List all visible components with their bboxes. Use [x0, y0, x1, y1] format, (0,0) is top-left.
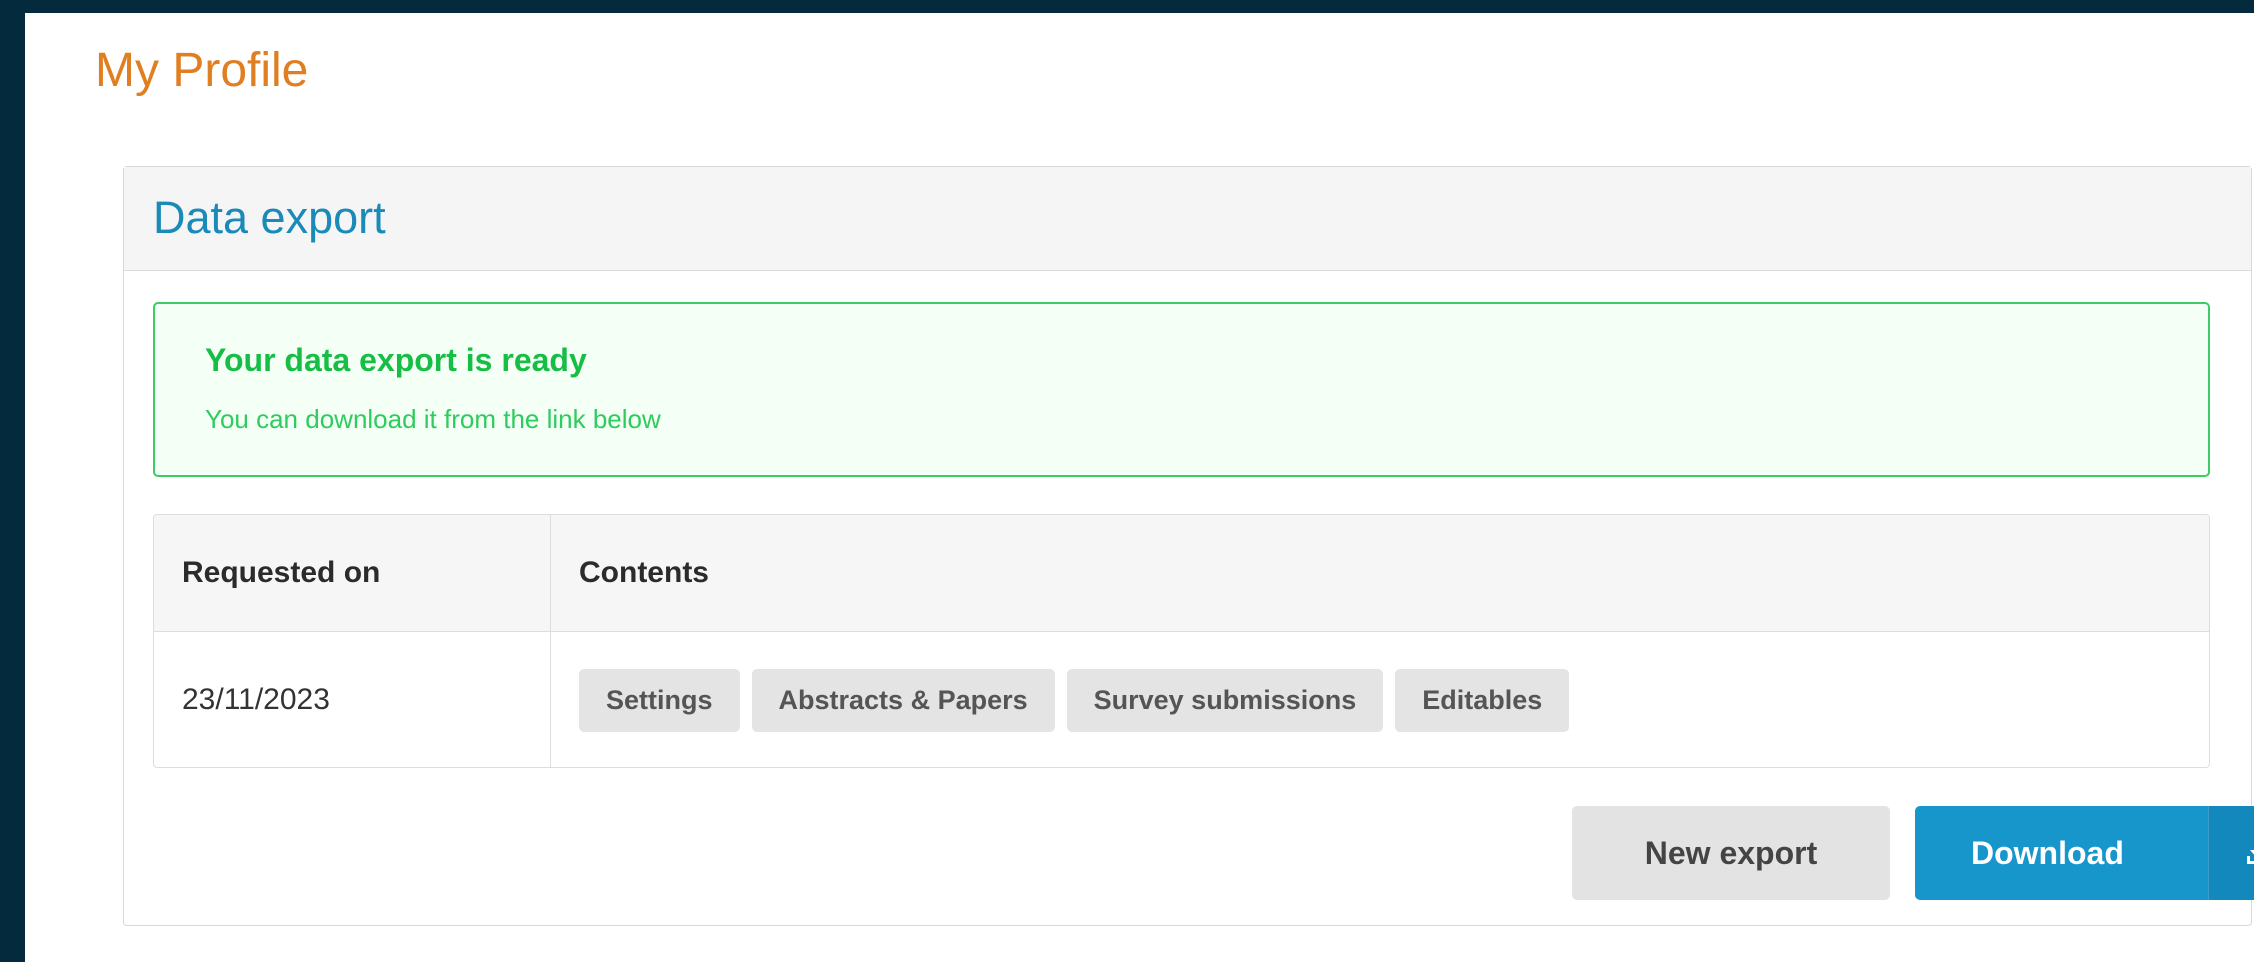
alert-message: You can download it from the link below	[205, 404, 661, 434]
header-label-contents: Contents	[579, 556, 709, 589]
content-chip-editables: Editables	[1395, 668, 1570, 732]
header-cell-requested-on: Requested on	[154, 515, 551, 631]
data-export-panel: Data export Your data export is ready Yo…	[123, 166, 2254, 926]
panel-header: Data export	[124, 167, 2251, 271]
page-title: My Profile	[95, 44, 309, 97]
requested-on-value: 23/11/2023	[182, 683, 330, 716]
new-export-label: New export	[1644, 834, 1818, 871]
export-table: Requested on Contents 23/11/2023 Setting…	[153, 514, 2210, 768]
success-alert: Your data export is ready You can downlo…	[153, 302, 2210, 477]
content-chip-survey-submissions: Survey submissions	[1066, 668, 1384, 732]
content-chip-settings: Settings	[579, 668, 740, 732]
content-chip-abstracts-papers: Abstracts & Papers	[751, 668, 1055, 732]
download-icon	[2208, 806, 2254, 900]
header-cell-contents: Contents	[551, 515, 2209, 631]
cell-contents: Settings Abstracts & Papers Survey submi…	[551, 632, 2209, 767]
table-row: 23/11/2023 Settings Abstracts & Papers S…	[154, 632, 2209, 767]
page-container: My Profile Data export Your data export …	[25, 13, 2254, 962]
new-export-button[interactable]: New export	[1572, 806, 1890, 900]
table-header-row: Requested on Contents	[154, 515, 2209, 632]
cell-requested-on: 23/11/2023	[154, 632, 551, 767]
alert-title: Your data export is ready	[205, 342, 587, 378]
download-label: Download	[1971, 834, 2124, 871]
panel-title: Data export	[153, 192, 386, 243]
download-button[interactable]: Download	[1915, 806, 2254, 900]
header-label-requested-on: Requested on	[182, 556, 381, 589]
